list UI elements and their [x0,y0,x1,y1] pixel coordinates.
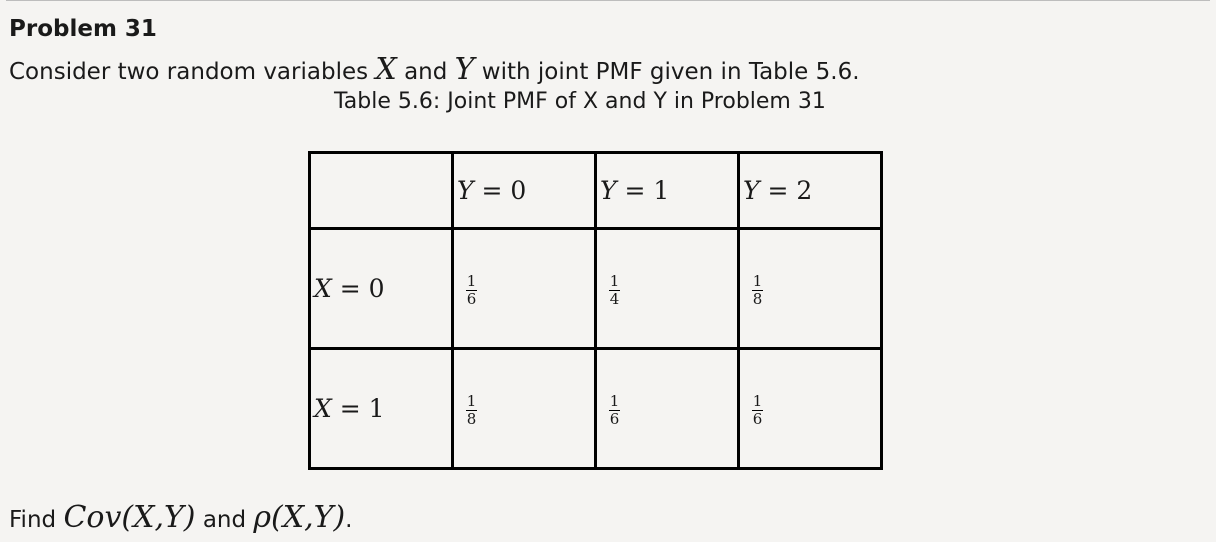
row-header-x1: X = 1 [308,347,454,470]
find-text-3: . [345,507,353,533]
column-header-y1: Y = 1 [594,151,740,230]
pmf-cell: 14 [594,227,740,350]
find-text-2: and [195,507,254,533]
correlation-expression: ρ(X,Y) [253,500,346,535]
pmf-cell: 16 [594,347,740,470]
intro-text-2: and [396,59,455,85]
pmf-cell: 18 [737,227,883,350]
covariance-expression: Cov(X,Y) [63,500,196,535]
top-divider [6,0,1210,1]
joint-pmf-table: Y = 0 Y = 1 Y = 2 X = 0 16 14 18 X = 1 1… [308,151,883,470]
variable-x: X [375,52,397,87]
corner-cell [308,151,454,230]
intro-text-3: with joint PMF given in Table 5.6. [474,59,860,85]
table-row: X = 0 16 14 18 [308,227,883,350]
pmf-cell: 16 [737,347,883,470]
find-text-1: Find [9,507,64,533]
row-header-x0: X = 0 [308,227,454,350]
column-header-y0: Y = 0 [451,151,597,230]
table-row: X = 1 18 16 16 [308,347,883,470]
variable-y: Y [454,52,475,87]
problem-title: Problem 31 [9,16,157,42]
table-caption: Table 5.6: Joint PMF of X and Y in Probl… [334,89,826,114]
question-text: Find Cov(X,Y) and ρ(X,Y). [9,500,352,535]
problem-statement: Consider two random variables X and Y wi… [9,52,860,87]
pmf-cell: 16 [451,227,597,350]
pmf-cell: 18 [451,347,597,470]
column-header-y2: Y = 2 [737,151,883,230]
table-header-row: Y = 0 Y = 1 Y = 2 [308,151,883,230]
intro-text-1: Consider two random variables [9,59,376,85]
